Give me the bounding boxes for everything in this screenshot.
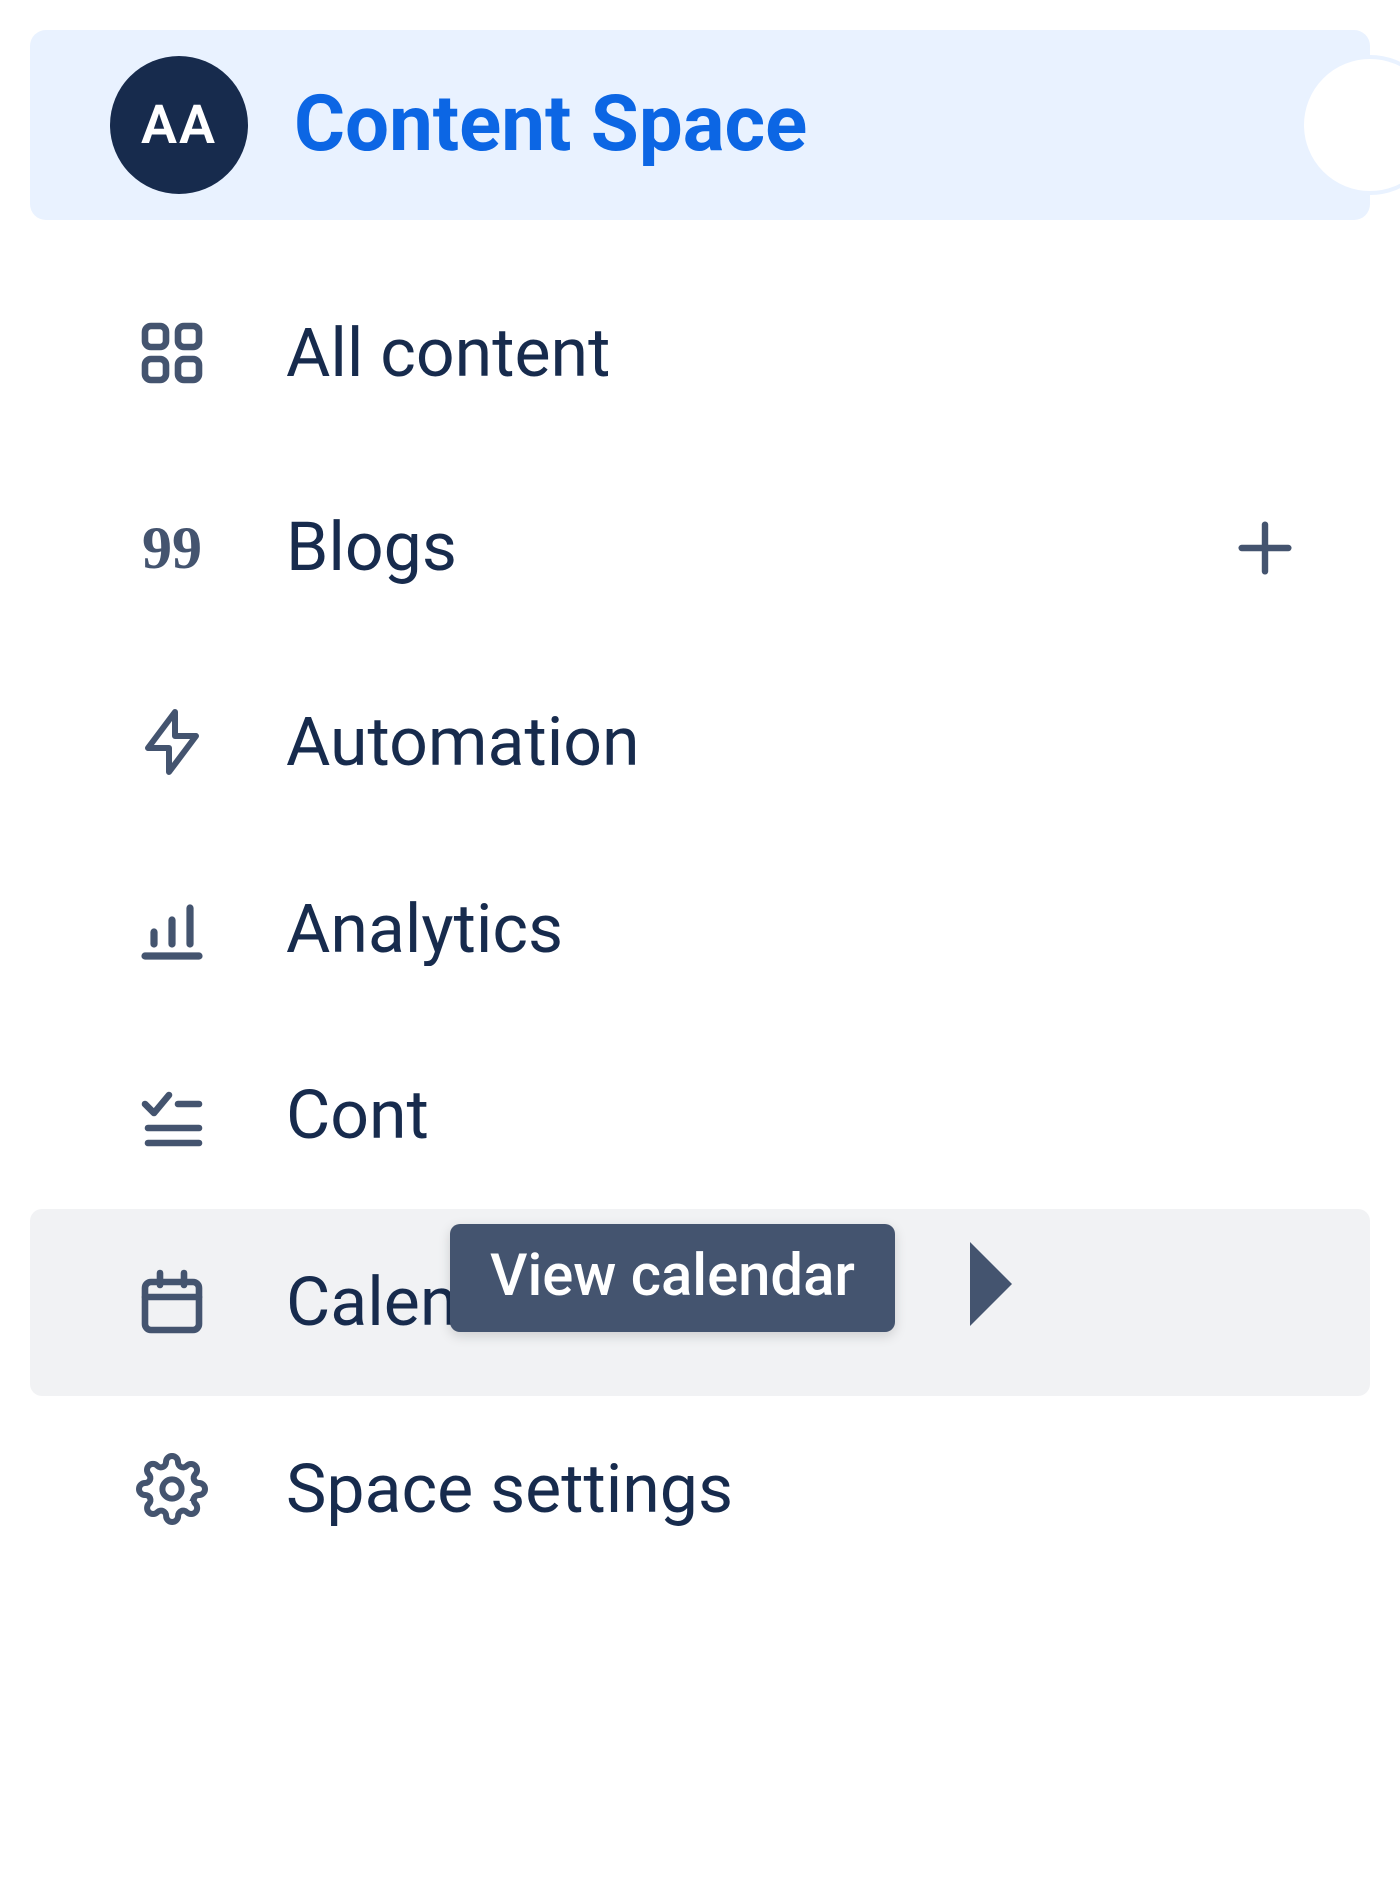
sidebar-item-blogs[interactable]: 99 Blogs (30, 447, 1370, 649)
sidebar-item-automation[interactable]: Automation (30, 649, 1370, 836)
sidebar-item-label: Blogs (286, 510, 1142, 585)
sidebar-item-analytics[interactable]: Analytics (30, 836, 1370, 1023)
header-action-button[interactable] (1300, 55, 1400, 195)
sidebar-item-all-content[interactable]: All content (30, 260, 1370, 447)
sidebar-item-space-settings[interactable]: Space settings (30, 1396, 1370, 1583)
gear-icon (136, 1453, 208, 1525)
checklist-icon (136, 1080, 208, 1152)
sidebar-item-label: Space settings (286, 1452, 1310, 1527)
space-sidebar: AA Content Space All content 99 Blogs (0, 0, 1400, 1583)
add-blog-button[interactable] (1220, 503, 1310, 593)
sidebar-item-label: Automation (286, 705, 1310, 780)
sidebar-item-label: Analytics (286, 892, 1310, 967)
quote-icon: 99 (136, 512, 208, 584)
space-avatar: AA (110, 56, 248, 194)
sidebar-item-content-manager[interactable]: Cont (30, 1022, 1370, 1209)
bar-chart-icon (136, 893, 208, 965)
lightning-icon (136, 706, 208, 778)
calendar-icon (136, 1267, 208, 1339)
space-header[interactable]: AA Content Space (30, 30, 1370, 220)
sidebar-item-label: All content (286, 316, 1310, 391)
space-title: Content Space (294, 82, 807, 168)
tooltip-pointer (970, 1242, 1012, 1326)
tooltip-view-calendar: View calendar (450, 1224, 895, 1332)
grid-icon (136, 317, 208, 389)
sidebar-item-label: Cont (286, 1078, 1310, 1153)
